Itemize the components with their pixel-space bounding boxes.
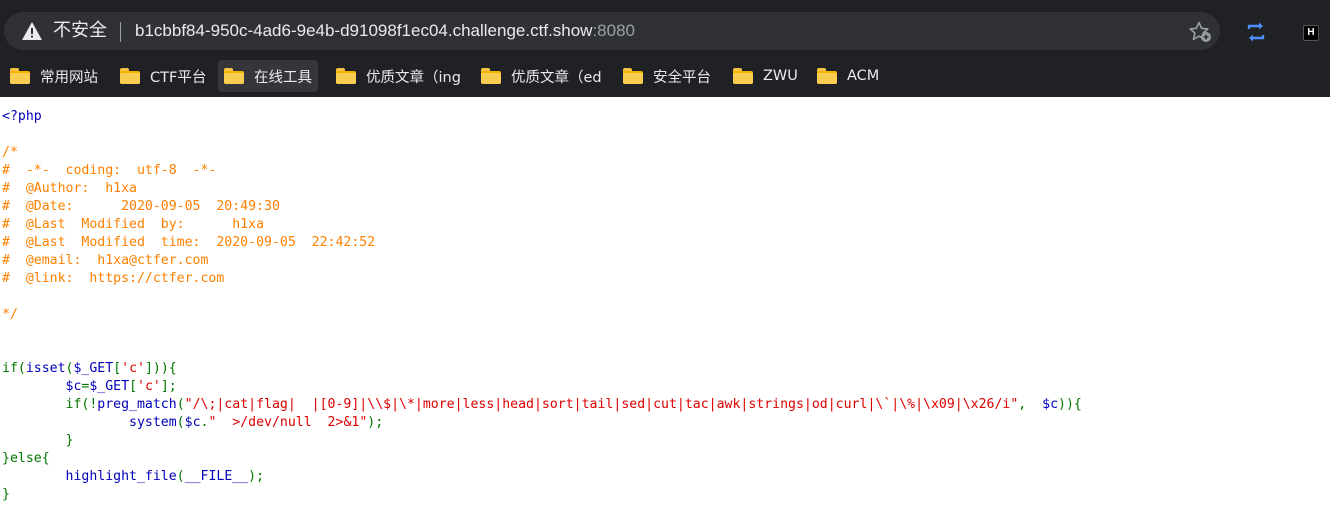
- code-token-comment: # @Author: h1xa: [2, 181, 137, 196]
- bookmark-label: 常用网站: [40, 69, 98, 86]
- folder-icon: [10, 68, 30, 84]
- code-token-comment: */: [2, 307, 18, 322]
- code-token-default: highlight_file: [2, 469, 177, 484]
- code-token-comment: # @Last Modified time: 2020-09-05 22:42:…: [2, 235, 376, 250]
- bookmark-label: 优质文章（ing: [366, 69, 461, 86]
- bookmark-star-icon[interactable]: [1188, 21, 1212, 43]
- address-separator: [120, 22, 121, 42]
- code-line: # @Last Modified by: h1xa: [2, 216, 264, 234]
- code-token-keyword: if(: [2, 361, 26, 376]
- browser-toolbar: 不安全 b1cbbf84-950c-4ad6-9e4b-d91098f1ec04…: [0, 0, 1330, 58]
- code-token-default: $c: [184, 415, 201, 430]
- bookmark-label: 优质文章（ed: [511, 69, 602, 86]
- address-bar[interactable]: 不安全 b1cbbf84-950c-4ad6-9e4b-d91098f1ec04…: [4, 12, 1220, 50]
- bookmark-folder[interactable]: 常用网站: [4, 60, 104, 92]
- code-token-default: __FILE__: [184, 469, 249, 484]
- bookmark-folder[interactable]: CTF平台: [114, 60, 212, 92]
- code-token-comment: # -*- coding: utf-8 -*-: [2, 163, 217, 178]
- code-token-comment: # @Last Modified by: h1xa: [2, 217, 265, 232]
- url-port: :8080: [592, 21, 635, 40]
- code-token-default: $_GET: [89, 379, 130, 394]
- bookmark-label: ACM: [847, 68, 880, 84]
- code-line: }: [2, 486, 10, 504]
- code-token-keyword: ,: [1018, 397, 1043, 412]
- code-token-string: "/\;|cat|flag| |[0-9]|\\$|\*|more|less|h…: [184, 397, 1019, 412]
- bookmark-label: ZWU: [763, 68, 798, 84]
- code-token-keyword: if(!: [2, 397, 98, 412]
- folder-icon: [120, 68, 140, 84]
- code-token-keyword: [: [113, 361, 122, 376]
- code-token-default: isset: [25, 361, 66, 376]
- code-line: /*: [2, 144, 18, 162]
- code-token-default: $c: [1042, 397, 1059, 412]
- code-line: }else{: [2, 450, 50, 468]
- sync-icon[interactable]: [1244, 20, 1268, 44]
- code-line: if(isset($_GET['c'])){: [2, 360, 177, 378]
- code-line: highlight_file(__FILE__);: [2, 468, 265, 486]
- code-line: # -*- coding: utf-8 -*-: [2, 162, 216, 180]
- code-token-string: 'c': [137, 379, 161, 394]
- code-line: # @email: h1xa@ctfer.com: [2, 252, 208, 270]
- code-token-keyword: );: [248, 469, 265, 484]
- folder-icon: [224, 68, 244, 84]
- bookmarks-bar: 常用网站 CTF平台 在线工具 优质文章（ing 优质文章（ed 安全平台 ZWU ACM: [0, 58, 1330, 97]
- code-line: system($c." >/dev/null 2>&1");: [2, 414, 383, 432]
- bookmark-folder[interactable]: ACM: [811, 60, 885, 92]
- folder-icon: [733, 68, 753, 84]
- code-token-keyword: ];: [160, 379, 177, 394]
- code-token-keyword: ])){: [144, 361, 177, 376]
- code-token-default: $c: [2, 379, 82, 394]
- code-token-string: " >/dev/null 2>&1": [208, 415, 368, 430]
- folder-icon: [336, 68, 356, 84]
- code-line: # @Last Modified time: 2020-09-05 22:42:…: [2, 234, 375, 252]
- bookmark-folder[interactable]: 优质文章（ing: [330, 60, 467, 92]
- code-line: }: [2, 432, 74, 450]
- extension-icon[interactable]: H: [1303, 25, 1319, 41]
- bookmark-folder[interactable]: ZWU: [727, 60, 804, 92]
- bookmark-label: CTF平台: [150, 69, 207, 86]
- code-token-comment: # @Date: 2020-09-05 20:49:30: [2, 199, 280, 214]
- code-line: # @link: https://ctfer.com: [2, 270, 224, 288]
- folder-icon: [817, 68, 837, 84]
- code-line: <?php: [2, 108, 42, 126]
- code-token-default: preg_match: [97, 397, 177, 412]
- code-token-keyword: );: [367, 415, 384, 430]
- code-line: # @Date: 2020-09-05 20:49:30: [2, 198, 280, 216]
- code-line: if(!preg_match("/\;|cat|flag| |[0-9]|\\$…: [2, 396, 1082, 414]
- bookmark-folder[interactable]: 在线工具: [218, 60, 318, 92]
- code-token-keyword: }: [2, 433, 74, 448]
- code-token-keyword: (: [176, 397, 185, 412]
- code-token-comment: # @link: https://ctfer.com: [2, 271, 225, 286]
- code-line: # @Author: h1xa: [2, 180, 137, 198]
- bookmark-folder[interactable]: 安全平台: [617, 60, 717, 92]
- bookmark-label: 在线工具: [254, 69, 312, 86]
- url-text[interactable]: b1cbbf84-950c-4ad6-9e4b-d91098f1ec04.cha…: [135, 21, 635, 41]
- code-token-keyword: (: [176, 469, 185, 484]
- php-source-view: <?php /* # -*- coding: utf-8 -*- # @Author:…: [0, 97, 1330, 507]
- code-token-default: $_GET: [73, 361, 114, 376]
- security-label[interactable]: 不安全: [53, 21, 107, 41]
- code-token-keyword: (: [176, 415, 185, 430]
- code-token-comment: /*: [2, 145, 18, 160]
- browser-chrome: 不安全 b1cbbf84-950c-4ad6-9e4b-d91098f1ec04…: [0, 0, 1330, 97]
- folder-icon: [481, 68, 501, 84]
- url-host: b1cbbf84-950c-4ad6-9e4b-d91098f1ec04.cha…: [135, 21, 593, 40]
- code-token-default: <?php: [2, 109, 42, 124]
- code-token-default: system: [2, 415, 177, 430]
- code-token-keyword: )){: [1058, 397, 1082, 412]
- warning-icon[interactable]: [22, 22, 42, 40]
- code-line: */: [2, 306, 18, 324]
- code-token-string: 'c': [121, 361, 145, 376]
- code-token-keyword: [: [129, 379, 138, 394]
- code-token-keyword: }: [2, 487, 10, 502]
- bookmark-label: 安全平台: [653, 69, 711, 86]
- code-token-comment: # @email: h1xa@ctfer.com: [2, 253, 209, 268]
- code-token-keyword: }else{: [2, 451, 50, 466]
- code-line: $c=$_GET['c'];: [2, 378, 177, 396]
- bookmark-folder[interactable]: 优质文章（ed: [475, 60, 608, 92]
- folder-icon: [623, 68, 643, 84]
